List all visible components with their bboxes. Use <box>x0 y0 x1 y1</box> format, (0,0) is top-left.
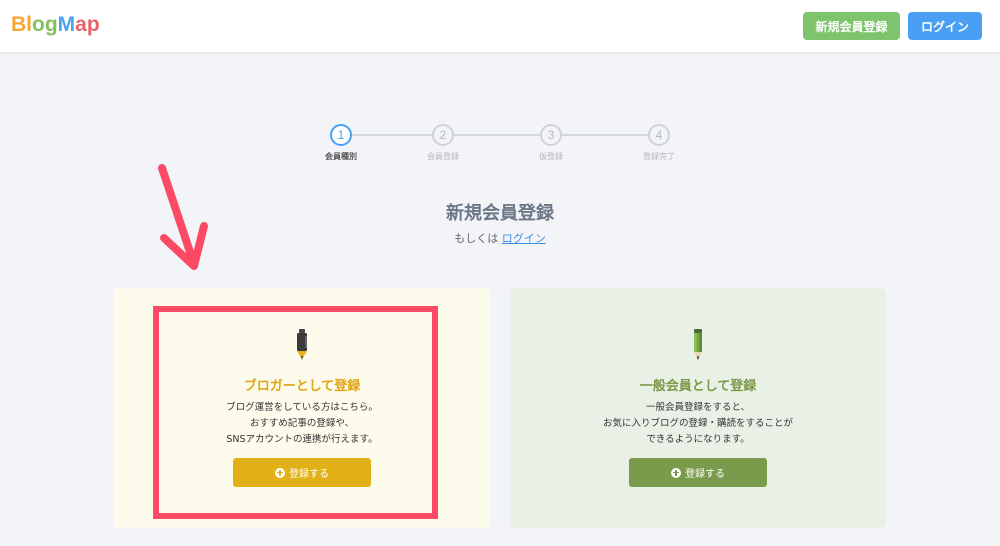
top-header: BlogMap 新規会員登録 ログイン <box>0 0 1000 52</box>
logo-letter: p <box>86 13 100 36</box>
step-4-circle: 4 <box>648 124 670 146</box>
step-2-label: 会員登録 <box>427 152 459 161</box>
step-connector <box>561 134 649 136</box>
register-button[interactable]: 新規会員登録 <box>803 12 900 40</box>
general-card-title: 一般会員として登録 <box>639 379 757 394</box>
step-3-label: 仮登録 <box>539 152 563 161</box>
logo-letter: g <box>44 13 58 36</box>
general-signup-card: 一般会員として登録 一般会員登録をすると、 お気に入りブログの登録・購読をするこ… <box>510 288 886 528</box>
desc-line: お気に入りブログの登録・購読をすることが <box>602 418 793 429</box>
or-text: もしくは <box>454 232 499 245</box>
step-2-circle: 2 <box>432 124 454 146</box>
step-1-circle: 1 <box>330 124 352 146</box>
annotation-arrow-icon <box>158 164 208 270</box>
desc-line: 一般会員登録をすると、 <box>645 402 751 413</box>
blogmap-logo[interactable]: BlogMap <box>11 13 100 37</box>
plus-circle-icon <box>671 467 681 478</box>
step-1-label: 会員種別 <box>325 152 357 161</box>
logo-letter: o <box>32 13 45 36</box>
pencil-icon <box>694 329 702 360</box>
step-connector <box>453 134 541 136</box>
general-card-description: 一般会員登録をすると、 お気に入りブログの登録・購読をすることが できるようにな… <box>510 400 886 448</box>
logo-letter: M <box>57 13 76 36</box>
general-register-button[interactable]: 登録する <box>629 458 767 487</box>
logo-letter: a <box>75 13 87 36</box>
step-3-circle: 3 <box>540 124 562 146</box>
button-label: 登録する <box>685 469 725 480</box>
logo-letter: B <box>11 13 27 36</box>
step-connector <box>351 134 433 136</box>
desc-line: できるようになります。 <box>646 434 750 445</box>
annotation-highlight-box <box>153 306 438 519</box>
step-4-label: 登録完了 <box>643 152 675 161</box>
login-link[interactable]: ログイン <box>502 232 546 245</box>
login-button[interactable]: ログイン <box>908 12 982 40</box>
